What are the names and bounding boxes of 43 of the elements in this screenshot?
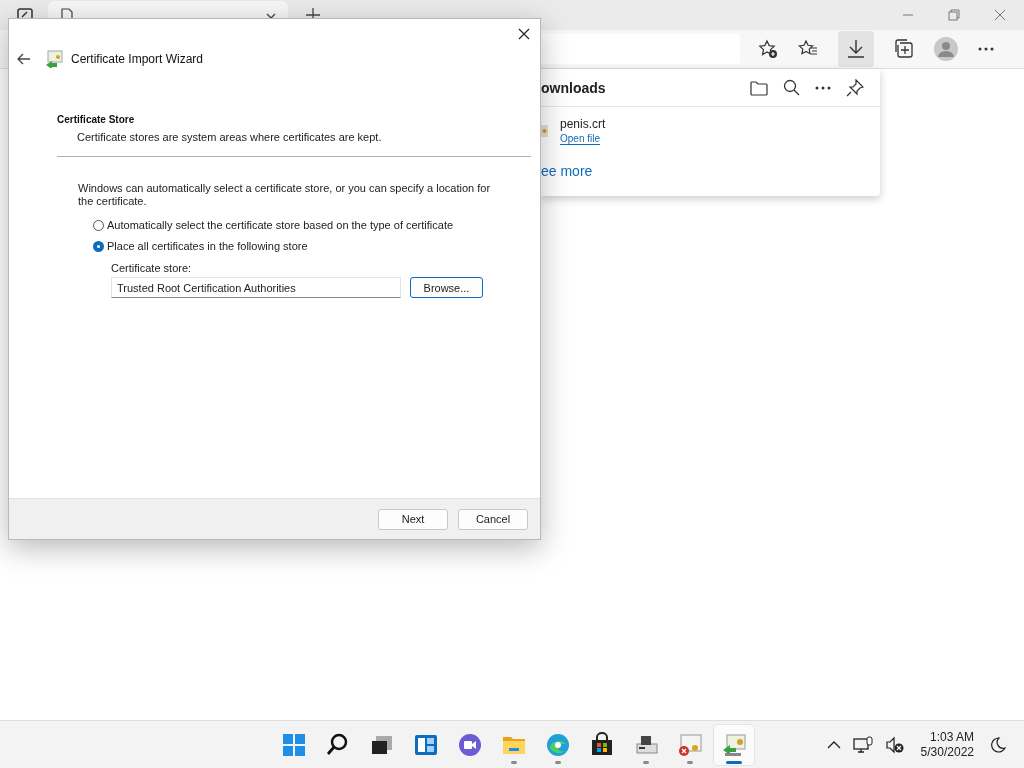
certificate-wizard-icon bbox=[45, 50, 63, 68]
clock-date: 5/30/2022 bbox=[920, 744, 974, 760]
file-name: penis.crt bbox=[560, 117, 606, 131]
section-description: Certificate stores are system areas where certificates are kept. bbox=[77, 131, 383, 143]
certificate-file-icon bbox=[541, 124, 548, 138]
folder-icon[interactable] bbox=[750, 79, 768, 96]
network-icon[interactable] bbox=[852, 735, 873, 754]
more-icon[interactable] bbox=[815, 85, 831, 90]
certificate-error-icon bbox=[677, 731, 703, 758]
restore-icon[interactable] bbox=[948, 9, 960, 21]
field-label: Certificate store: bbox=[111, 262, 193, 274]
collections-icon[interactable] bbox=[894, 39, 914, 59]
moon-icon[interactable] bbox=[990, 736, 1006, 753]
option-label[interactable]: Place all certificates in the following store bbox=[107, 240, 308, 252]
clock[interactable]: 1:03 AM 5/30/2022 bbox=[920, 729, 974, 760]
chat-icon bbox=[457, 731, 483, 758]
dialog-title: Certificate Import Wizard bbox=[71, 52, 204, 66]
profile-avatar-icon[interactable] bbox=[934, 37, 958, 61]
volume-muted-icon[interactable] bbox=[884, 735, 905, 754]
browse-button[interactable]: Browse... bbox=[410, 277, 483, 298]
certificate-wizard-icon bbox=[721, 731, 747, 758]
store-field[interactable]: Trusted Root Certification Authorities bbox=[111, 277, 401, 298]
back-arrow-icon[interactable] bbox=[17, 53, 31, 65]
option-label[interactable]: Automatically select the certificate store based on the type of certificate bbox=[107, 219, 454, 231]
panel-title: ownloads bbox=[541, 79, 606, 96]
open-file-link[interactable]: Open file bbox=[560, 133, 601, 145]
dialog-button[interactable]: Next bbox=[378, 508, 448, 530]
pin-icon[interactable] bbox=[846, 78, 864, 97]
add-favorite-icon[interactable] bbox=[758, 39, 778, 59]
download-icon bbox=[847, 39, 865, 59]
see-more-link[interactable]: ee more bbox=[541, 163, 880, 179]
section-heading: Certificate Store bbox=[57, 114, 136, 125]
dialog-button[interactable]: Cancel bbox=[458, 508, 528, 530]
chevron-up-icon[interactable] bbox=[826, 740, 841, 749]
search-icon[interactable] bbox=[783, 79, 800, 96]
store-bag-icon bbox=[589, 731, 615, 758]
instruction-text: Windows can automatically select a certificate store, or you can specify a location for the certificate. bbox=[78, 182, 492, 208]
start-icon bbox=[281, 731, 307, 758]
browser-icon bbox=[545, 731, 571, 758]
radio-button[interactable] bbox=[93, 240, 104, 252]
more-icon[interactable] bbox=[978, 47, 994, 51]
clock-time: 1:03 AM bbox=[929, 729, 974, 745]
downloads-button[interactable] bbox=[838, 31, 874, 67]
